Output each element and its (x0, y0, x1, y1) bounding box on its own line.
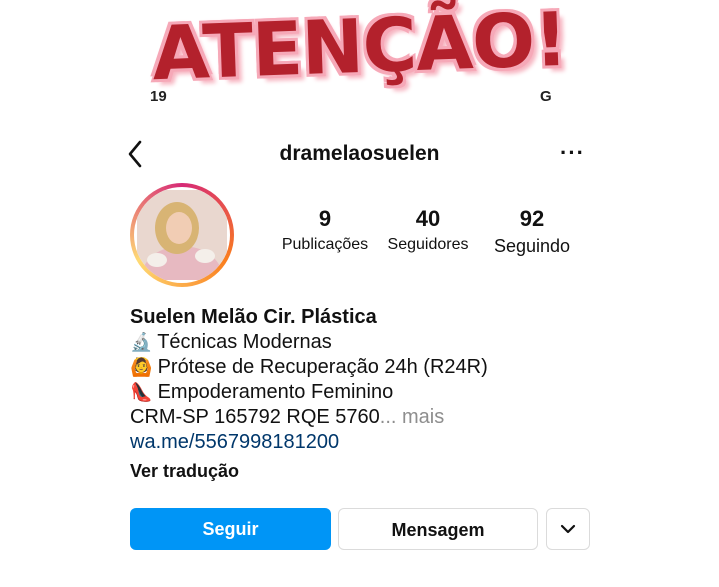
bio-line: 👠 Empoderamento Feminino (130, 380, 590, 405)
suggestions-dropdown-button[interactable] (546, 508, 590, 550)
bio-crm-text: CRM-SP 165792 RQE 5760 (130, 406, 380, 428)
avatar-image (134, 187, 230, 283)
stat-followers[interactable]: 40 Seguidores (380, 206, 476, 254)
bio-more-link[interactable]: mais (396, 406, 444, 428)
stat-followers-value: 40 (415, 206, 441, 231)
avatar[interactable] (130, 183, 234, 287)
profile-username: dramelaosuelen (279, 142, 440, 165)
stat-following[interactable]: 92 Seguindo (486, 206, 578, 257)
stat-followers-label: Seguidores (387, 236, 469, 253)
chevron-down-icon (560, 524, 576, 534)
follow-button[interactable]: Seguir (130, 508, 331, 550)
bio-line-text: Técnicas Modernas (157, 331, 332, 353)
profile-display-name: Suelen Melão Cir. Plástica (130, 306, 377, 328)
bio-ellipsis: ... (379, 406, 397, 428)
stat-following-value: 92 (519, 206, 545, 231)
woman-icon: 🙆 (130, 357, 153, 377)
bio-website-link[interactable]: wa.me/5567998181200 (130, 430, 590, 455)
profile-bio: Suelen Melão Cir. Plástica 🔬 Técnicas Mo… (130, 305, 590, 484)
stat-posts-label: Publicações (281, 236, 369, 253)
more-options-icon[interactable]: ··· (560, 140, 585, 166)
bio-line-text: Empoderamento Feminino (157, 381, 394, 403)
bio-line: 🙆 Prótese de Recuperação 24h (R24R) (130, 355, 590, 380)
translate-link[interactable]: Ver tradução (130, 459, 590, 484)
bio-crm-line: CRM-SP 165792 RQE 5760... mais (130, 405, 590, 430)
message-button[interactable]: Mensagem (338, 508, 538, 550)
stat-following-label: Seguindo (493, 236, 571, 256)
stat-posts-value: 9 (318, 206, 332, 231)
bio-line-text: Prótese de Recuperação 24h (R24R) (157, 356, 488, 378)
status-network: G (540, 88, 552, 105)
high-heel-icon: 👠 (130, 382, 153, 402)
stat-posts[interactable]: 9 Publicações (276, 206, 374, 254)
microscope-icon: 🔬 (130, 332, 153, 352)
bio-line: 🔬 Técnicas Modernas (130, 330, 590, 355)
